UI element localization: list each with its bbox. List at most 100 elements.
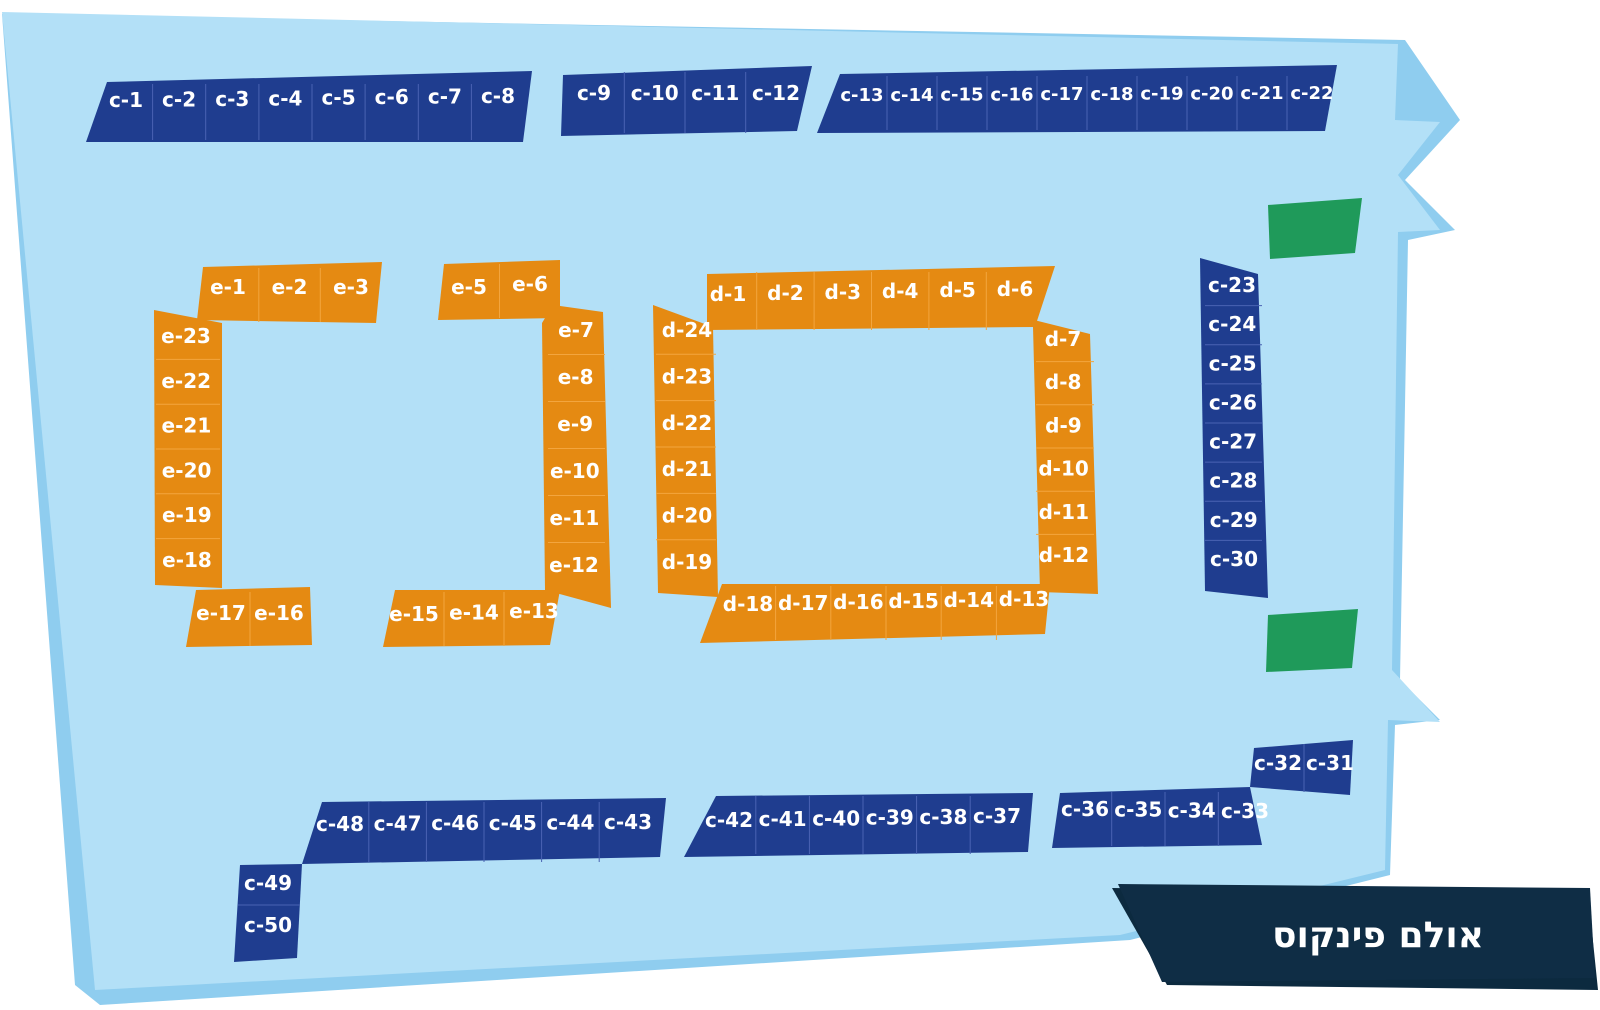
booth-d-21[interactable]: d-21 xyxy=(662,457,712,481)
booth-d-14[interactable]: d-14 xyxy=(944,588,994,612)
booth-c-3[interactable]: c-3 xyxy=(215,87,249,111)
booth-c-41[interactable]: c-41 xyxy=(759,807,807,831)
booth-c-29[interactable]: c-29 xyxy=(1210,508,1258,532)
booth-c-16[interactable]: c-16 xyxy=(990,84,1033,105)
booth-c-6[interactable]: c-6 xyxy=(375,85,409,109)
booth-d-11[interactable]: d-11 xyxy=(1039,500,1089,524)
booth-c-46[interactable]: c-46 xyxy=(431,811,479,835)
booth-d-4[interactable]: d-4 xyxy=(882,279,919,303)
booth-c-37[interactable]: c-37 xyxy=(973,804,1021,828)
booth-c-24[interactable]: c-24 xyxy=(1208,312,1256,336)
booth-c-1[interactable]: c-1 xyxy=(109,88,143,112)
booth-c-38[interactable]: c-38 xyxy=(919,805,967,829)
booth-e-12[interactable]: e-12 xyxy=(549,553,599,577)
booth-e-9[interactable]: e-9 xyxy=(557,412,593,436)
booth-c-32[interactable]: c-32 xyxy=(1254,751,1302,775)
booth-d-16[interactable]: d-16 xyxy=(833,590,883,614)
booth-c-2[interactable]: c-2 xyxy=(162,87,196,111)
booth-c-12[interactable]: c-12 xyxy=(752,81,800,105)
booth-d-22[interactable]: d-22 xyxy=(662,411,712,435)
booth-d-12[interactable]: d-12 xyxy=(1039,543,1089,567)
booth-c-11[interactable]: c-11 xyxy=(691,81,739,105)
booth-e-7[interactable]: e-7 xyxy=(558,318,594,342)
booth-d-3[interactable]: d-3 xyxy=(825,280,862,304)
booth-c-40[interactable]: c-40 xyxy=(812,806,860,830)
booth-e-20[interactable]: e-20 xyxy=(162,458,212,482)
booth-c-25[interactable]: c-25 xyxy=(1209,351,1257,375)
booth-d-8[interactable]: d-8 xyxy=(1045,370,1082,394)
booth-c-14[interactable]: c-14 xyxy=(890,85,933,106)
booth-c-33[interactable]: c-33 xyxy=(1221,799,1269,823)
booth-c-48[interactable]: c-48 xyxy=(316,812,364,836)
booth-d-13[interactable]: d-13 xyxy=(999,587,1049,611)
green-marker-top xyxy=(1268,198,1362,259)
booth-c-22[interactable]: c-22 xyxy=(1290,83,1333,104)
booth-d-7[interactable]: d-7 xyxy=(1045,327,1082,351)
booth-c-23[interactable]: c-23 xyxy=(1208,273,1256,297)
booth-c-39[interactable]: c-39 xyxy=(866,806,914,830)
booth-c-9[interactable]: c-9 xyxy=(577,81,611,105)
booth-d-6[interactable]: d-6 xyxy=(997,277,1034,301)
booth-c-27[interactable]: c-27 xyxy=(1209,430,1257,454)
booth-e-6[interactable]: e-6 xyxy=(512,272,548,296)
booth-e-23[interactable]: e-23 xyxy=(161,324,211,348)
booth-e-1[interactable]: e-1 xyxy=(210,275,246,299)
booth-e-17[interactable]: e-17 xyxy=(196,601,246,625)
booth-c-17[interactable]: c-17 xyxy=(1040,84,1083,105)
booth-c-8[interactable]: c-8 xyxy=(481,84,515,108)
booth-c-47[interactable]: c-47 xyxy=(374,812,422,836)
booth-d-24[interactable]: d-24 xyxy=(662,318,712,342)
booth-c-10[interactable]: c-10 xyxy=(631,81,679,105)
booth-d-1[interactable]: d-1 xyxy=(710,282,747,306)
booth-c-35[interactable]: c-35 xyxy=(1114,798,1162,822)
booth-e-13[interactable]: e-13 xyxy=(509,599,559,623)
booth-d-18[interactable]: d-18 xyxy=(723,592,773,616)
booth-c-13[interactable]: c-13 xyxy=(840,85,883,106)
booth-d-19[interactable]: d-19 xyxy=(662,550,712,574)
booth-c-45[interactable]: c-45 xyxy=(489,811,537,835)
booth-e-10[interactable]: e-10 xyxy=(550,459,600,483)
booth-c-43[interactable]: c-43 xyxy=(604,810,652,834)
booth-e-18[interactable]: e-18 xyxy=(162,548,212,572)
booth-e-14[interactable]: e-14 xyxy=(449,601,499,625)
booth-d-10[interactable]: d-10 xyxy=(1038,457,1088,481)
booth-c-21[interactable]: c-21 xyxy=(1240,83,1283,104)
booth-c-42[interactable]: c-42 xyxy=(705,808,753,832)
booth-d-5[interactable]: d-5 xyxy=(939,278,976,302)
booth-c-44[interactable]: c-44 xyxy=(546,810,594,834)
booth-c-26[interactable]: c-26 xyxy=(1209,390,1257,414)
booth-d-9[interactable]: d-9 xyxy=(1045,413,1082,437)
booth-e-3[interactable]: e-3 xyxy=(333,275,369,299)
booth-d-2[interactable]: d-2 xyxy=(767,281,804,305)
booth-c-30[interactable]: c-30 xyxy=(1210,547,1258,571)
booth-e-2[interactable]: e-2 xyxy=(272,275,308,299)
booth-c-31[interactable]: c-31 xyxy=(1306,751,1354,775)
hall-title: אולם פינקוס xyxy=(1272,915,1484,956)
booth-c-49[interactable]: c-49 xyxy=(244,871,292,895)
booth-e-19[interactable]: e-19 xyxy=(162,503,212,527)
booth-e-11[interactable]: e-11 xyxy=(550,506,600,530)
booth-e-8[interactable]: e-8 xyxy=(558,365,594,389)
booth-c-5[interactable]: c-5 xyxy=(322,86,356,110)
booth-c-7[interactable]: c-7 xyxy=(428,85,462,109)
booth-c-34[interactable]: c-34 xyxy=(1168,798,1216,822)
booth-d-23[interactable]: d-23 xyxy=(662,364,712,388)
booth-d-15[interactable]: d-15 xyxy=(888,589,938,613)
booth-c-18[interactable]: c-18 xyxy=(1090,84,1133,105)
booth-d-20[interactable]: d-20 xyxy=(662,504,712,528)
floor-plan-map: c-1 c-2 c-3 c-4 c-5 c-6 c-7 c-8 c-9 c-10 c-11 c-12 c… xyxy=(2,12,1598,1005)
booth-c-36[interactable]: c-36 xyxy=(1061,797,1109,821)
booth-c-50[interactable]: c-50 xyxy=(244,913,292,937)
booth-c-4[interactable]: c-4 xyxy=(268,86,302,110)
booth-c-20[interactable]: c-20 xyxy=(1190,83,1233,104)
booth-e-5[interactable]: e-5 xyxy=(451,275,487,299)
booth-c-15[interactable]: c-15 xyxy=(940,85,983,106)
booth-e-21[interactable]: e-21 xyxy=(162,414,212,438)
booth-c-19[interactable]: c-19 xyxy=(1140,84,1183,105)
hall-title-banner: אולם פינקוס xyxy=(1112,884,1598,990)
booth-c-28[interactable]: c-28 xyxy=(1209,469,1257,493)
booth-d-17[interactable]: d-17 xyxy=(778,591,828,615)
booth-e-22[interactable]: e-22 xyxy=(161,369,211,393)
booth-e-16[interactable]: e-16 xyxy=(254,601,304,625)
booth-e-15[interactable]: e-15 xyxy=(389,602,439,626)
